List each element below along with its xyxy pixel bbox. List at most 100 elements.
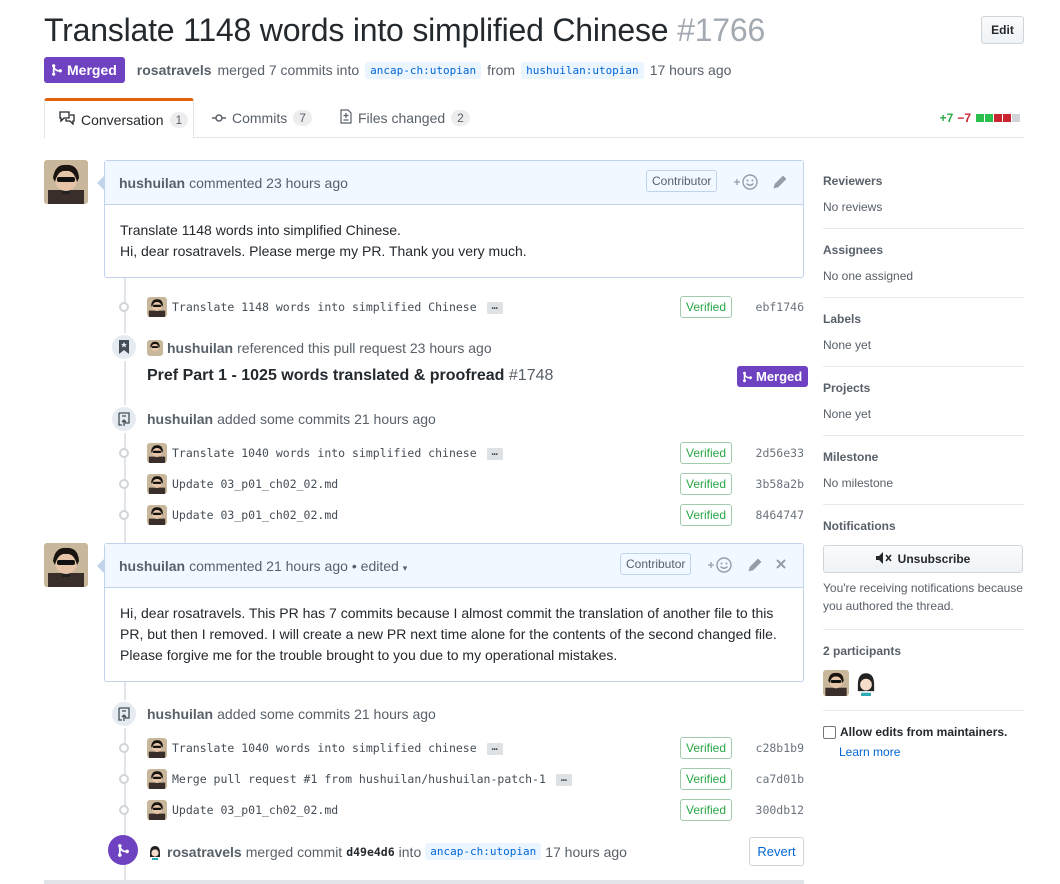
verified-badge[interactable]: Verified <box>680 442 733 464</box>
tab-counter: 7 <box>293 110 312 126</box>
verified-badge[interactable]: Verified <box>680 296 733 318</box>
commit-icon <box>119 743 129 753</box>
merge-branch[interactable]: ancap-ch:utopian <box>425 843 542 860</box>
merge-commit-sha[interactable]: d49e4d6 <box>346 845 394 859</box>
reference-event: hushuilan referenced this pull request 2… <box>147 340 492 356</box>
diffstat[interactable]: +7 −7 <box>940 111 1020 125</box>
edit-button[interactable]: Edit <box>981 16 1024 44</box>
base-branch[interactable]: ancap-ch:utopian <box>365 61 482 79</box>
state-label: Merged <box>67 62 117 78</box>
event-action: added some commits 21 hours ago <box>217 411 436 427</box>
avatar[interactable] <box>147 769 167 789</box>
comment-line: PR, but then I removed. I will create a … <box>120 626 777 642</box>
avatar[interactable] <box>853 670 879 696</box>
commit-row: Translate 1040 words into simplified chi… <box>104 440 804 466</box>
commit-icon <box>212 110 226 126</box>
commit-message[interactable]: Translate 1148 words into simplified Chi… <box>172 300 503 314</box>
commit-message[interactable]: Translate 1040 words into simplified chi… <box>172 741 503 755</box>
pencil-icon[interactable] <box>772 174 788 193</box>
head-branch[interactable]: hushuilan:utopian <box>521 61 644 79</box>
merger-link[interactable]: rosatravels <box>137 62 212 78</box>
participant-avatars <box>823 670 1024 696</box>
pr-meta: Merged rosatravels merged 7 commits into… <box>44 57 731 83</box>
sidebar-heading[interactable]: Reviewers <box>823 174 1024 188</box>
smiley-icon[interactable] <box>733 173 759 194</box>
sidebar-heading: Notifications <box>823 519 896 533</box>
comment-box: hushuilan commented 21 hours ago • edite… <box>97 543 804 682</box>
verified-badge[interactable]: Verified <box>680 473 733 495</box>
edited-dropdown[interactable]: • edited ▾ <box>352 558 407 574</box>
commit-sha[interactable]: 2d56e33 <box>756 446 804 460</box>
commit-sha[interactable]: 8464747 <box>756 508 804 522</box>
avatar[interactable] <box>44 160 88 204</box>
avatar[interactable] <box>44 543 88 587</box>
unsubscribe-button[interactable]: Unsubscribe <box>823 545 1023 573</box>
sidebar-value: None yet <box>823 338 872 352</box>
smiley-icon[interactable] <box>707 556 733 577</box>
commit-row: Update 03_p01_ch02_02.md Verified 3b58a2… <box>104 471 804 497</box>
sidebar-heading[interactable]: Labels <box>823 312 1024 326</box>
contributor-badge: Contributor <box>620 553 692 575</box>
avatar[interactable] <box>147 297 167 317</box>
event-author[interactable]: rosatravels <box>167 844 242 860</box>
comment-icon <box>59 111 75 128</box>
avatar[interactable] <box>147 474 167 494</box>
expand-ellipsis[interactable]: … <box>555 773 572 786</box>
commit-row: Translate 1148 words into simplified Chi… <box>104 294 804 320</box>
expand-ellipsis[interactable]: … <box>486 447 503 460</box>
verified-badge[interactable]: Verified <box>680 768 733 790</box>
sidebar-heading[interactable]: Projects <box>823 381 1024 395</box>
page-title: Translate 1148 words into simplified Chi… <box>44 12 1024 49</box>
verified-badge[interactable]: Verified <box>680 504 733 526</box>
comment-author[interactable]: hushuilan <box>119 558 185 574</box>
tab-conversation[interactable]: Conversation 1 <box>44 98 194 139</box>
commit-sha[interactable]: 3b58a2b <box>756 477 804 491</box>
referenced-pr-title[interactable]: Pref Part 1 - 1025 words translated & pr… <box>147 367 553 385</box>
comment-author[interactable]: hushuilan <box>119 175 185 191</box>
event-author[interactable]: hushuilan <box>147 706 213 722</box>
comment-time[interactable]: commented 23 hours ago <box>189 175 348 191</box>
pencil-icon[interactable] <box>747 557 763 576</box>
avatar[interactable] <box>147 340 163 356</box>
comment-line: Translate 1148 words into simplified Chi… <box>120 222 401 238</box>
added-commits-event: hushuilan added some commits 21 hours ag… <box>147 411 436 427</box>
commit-message[interactable]: Translate 1040 words into simplified chi… <box>172 446 503 460</box>
commit-sha[interactable]: 300db12 <box>756 803 804 817</box>
avatar[interactable] <box>147 505 167 525</box>
sidebar-heading[interactable]: Assignees <box>823 243 1024 257</box>
commit-message[interactable]: Update 03_p01_ch02_02.md <box>172 803 338 817</box>
sidebar-projects: Projects None yet <box>823 367 1024 436</box>
avatar[interactable] <box>147 738 167 758</box>
revert-button[interactable]: Revert <box>749 837 804 866</box>
learn-more-link[interactable]: Learn more <box>839 745 1024 759</box>
tab-files-changed[interactable]: Files changed 2 <box>326 98 484 138</box>
bookmark-icon <box>110 333 138 361</box>
commit-sha[interactable]: ca7d01b <box>756 772 804 786</box>
merged-text: merged 7 commits into <box>217 62 360 78</box>
avatar[interactable] <box>147 843 163 860</box>
sidebar-heading[interactable]: Milestone <box>823 450 1024 464</box>
commit-message[interactable]: Update 03_p01_ch02_02.md <box>172 477 338 491</box>
tab-label: Conversation <box>81 111 164 128</box>
avatar[interactable] <box>147 443 167 463</box>
comment-header: hushuilan commented 23 hours ago Contrib… <box>105 161 803 205</box>
expand-ellipsis[interactable]: … <box>486 742 503 755</box>
commit-sha[interactable]: c28b1b9 <box>756 741 804 755</box>
event-author[interactable]: hushuilan <box>167 340 233 356</box>
event-author[interactable]: hushuilan <box>147 411 213 427</box>
git-merge-icon <box>108 835 138 865</box>
comment-line: Please forgive me for the trouble brough… <box>120 647 618 663</box>
expand-ellipsis[interactable]: … <box>486 301 503 314</box>
commit-sha[interactable]: ebf1746 <box>756 300 804 314</box>
verified-badge[interactable]: Verified <box>680 799 733 821</box>
avatar[interactable] <box>823 670 849 696</box>
checkbox[interactable] <box>823 725 836 739</box>
commit-message[interactable]: Merge pull request #1 from hushuilan/hus… <box>172 772 572 786</box>
tab-commits[interactable]: Commits 7 <box>198 98 326 138</box>
avatar[interactable] <box>147 800 167 820</box>
commit-message[interactable]: Update 03_p01_ch02_02.md <box>172 508 338 522</box>
allow-edits-checkbox[interactable]: Allow edits from maintainers. <box>823 725 1024 739</box>
verified-badge[interactable]: Verified <box>680 737 733 759</box>
comment-time[interactable]: commented 21 hours ago <box>189 558 348 574</box>
close-icon[interactable] <box>774 557 788 574</box>
